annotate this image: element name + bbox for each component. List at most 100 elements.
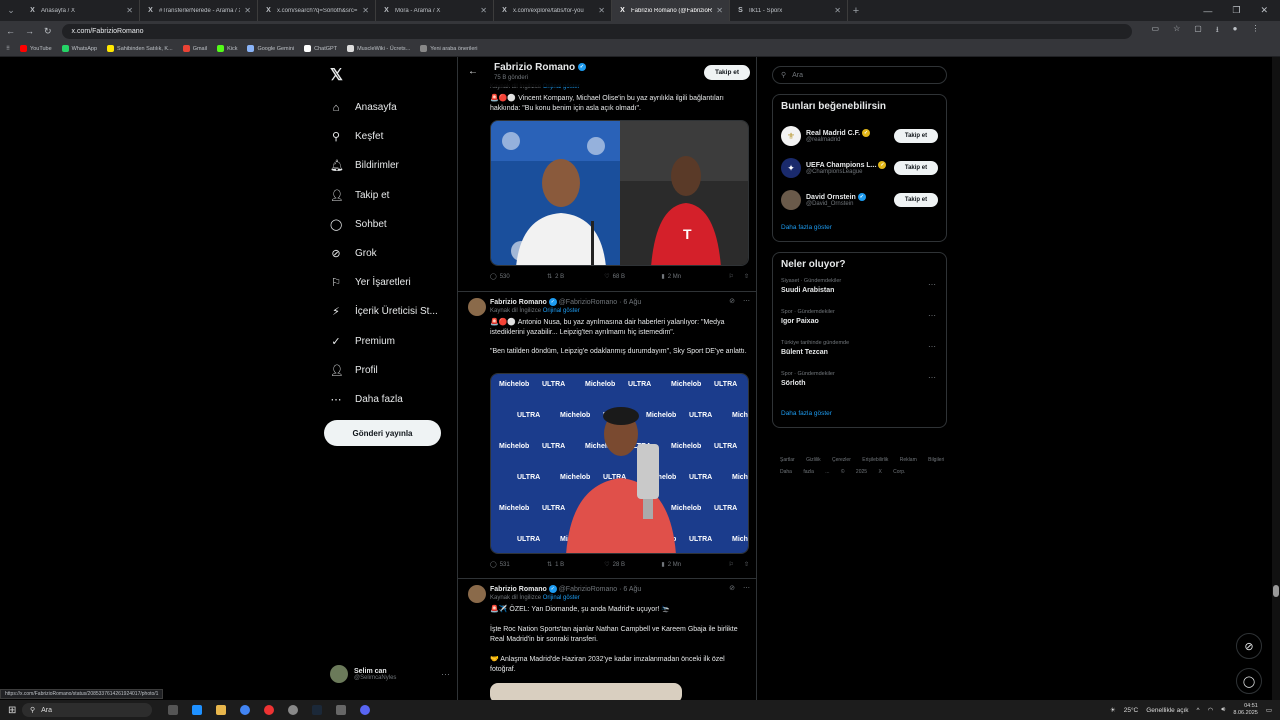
tab-close-icon[interactable]: ✕ — [126, 6, 133, 15]
show-original-link[interactable]: Orijinal göster — [543, 308, 580, 314]
close-window-icon[interactable]: ✕ — [1260, 5, 1268, 16]
more-icon[interactable]: ⋯ — [928, 280, 936, 289]
show-more-link[interactable]: Daha fazla göster — [781, 410, 938, 417]
avatar[interactable] — [468, 298, 486, 316]
back-arrow-icon[interactable]: ← — [468, 66, 478, 77]
chrome-icon[interactable] — [240, 705, 250, 715]
trend-item[interactable]: Spor · Gündemdekiler Sörloth ⋯ — [781, 371, 938, 402]
like-button[interactable]: ♡ 68 B — [604, 273, 661, 281]
nav-item[interactable]: ✓ Premium — [330, 327, 438, 356]
nav-item[interactable]: ⚡︎ İçerik Üreticisi St... — [330, 297, 438, 326]
reload-icon[interactable]: ↻ — [44, 26, 52, 37]
nav-item[interactable]: ⌂ Anasayfa — [330, 93, 438, 122]
scroll-thumb[interactable] — [1273, 585, 1279, 597]
trend-item[interactable]: Siyaset · Gündemdekiler Suudi Arabistan ⋯ — [781, 278, 938, 309]
footer-link[interactable]: Şartlar — [780, 457, 795, 463]
wifi-icon[interactable]: ◠ — [1208, 706, 1214, 714]
windows-start-icon[interactable]: ⊞ — [8, 705, 16, 716]
browser-tab[interactable]: Xx.com/explore/tabs/for-you ✕ — [494, 0, 612, 21]
discord-icon[interactable] — [360, 705, 370, 715]
download-icon[interactable]: ⭳ — [1216, 24, 1219, 38]
suggested-account[interactable]: ✦ UEFA Champions L... ✓ @ChampionsLeague… — [781, 152, 938, 184]
grok-icon[interactable]: ⊘ — [729, 584, 735, 592]
browser-tab[interactable]: X Anasayfa / X ✕ — [22, 0, 140, 21]
footer-link[interactable]: Daha fazla ... — [780, 469, 829, 475]
bookmark-item[interactable]: MuscleWiki - Ücrets... — [347, 45, 410, 52]
suggested-account[interactable]: David Ornstein ✓ @David_Ornstein Takip e… — [781, 184, 938, 216]
tweet[interactable]: Fabrizio Romano ✓ @FabrizioRomano · 6 Ağ… — [458, 579, 756, 700]
show-original-link[interactable]: Orijinal göster — [543, 595, 580, 601]
footer-link[interactable]: Gizlilik — [806, 457, 820, 463]
tab-close-icon[interactable]: ✕ — [244, 6, 251, 15]
steam-icon[interactable] — [312, 705, 322, 715]
tray-chevron-icon[interactable]: ^ — [1197, 707, 1200, 714]
file-explorer-icon[interactable] — [216, 705, 226, 715]
bookmark-icon[interactable]: ⚐ — [729, 273, 734, 280]
nav-item[interactable]: 🔔︎ Bildirimler — [330, 151, 438, 180]
more-icon[interactable]: ⋯ — [928, 311, 936, 320]
bookmark-item[interactable]: Gmail — [182, 45, 207, 52]
browser-tab[interactable]: X Fabrizio Romano (@FabrizioR… ✕ — [612, 0, 730, 21]
url-field[interactable]: x.com/FabrizioRomano — [61, 23, 1132, 39]
search-input[interactable]: ⚲ Ara — [772, 66, 947, 84]
new-tab-button[interactable]: + — [848, 5, 864, 17]
bookmark-item[interactable]: ChatGPT — [304, 45, 337, 52]
nav-item[interactable]: 👤︎ Takip et — [330, 181, 438, 210]
more-icon[interactable]: ⋯ — [928, 373, 936, 382]
tab-close-icon[interactable]: ✕ — [362, 6, 369, 15]
footer-link[interactable]: Çerezler — [832, 457, 851, 463]
browser-menu-icon[interactable]: ⋮ — [1252, 24, 1260, 38]
bookmark-item[interactable]: WhatsApp — [61, 45, 97, 52]
cast-icon[interactable]: ▭ — [1152, 24, 1160, 38]
more-icon[interactable]: ⋯ — [743, 297, 750, 305]
follow-button[interactable]: Takip et — [894, 161, 938, 175]
reply-button[interactable]: ◯ 531 — [490, 561, 547, 569]
nav-item[interactable]: ⚲ Keşfet — [330, 122, 438, 151]
reply-button[interactable]: ◯ 530 — [490, 273, 547, 281]
maximize-icon[interactable]: ❐ — [1232, 5, 1240, 16]
apps-icon[interactable]: ⠿ — [6, 46, 10, 52]
weather-icon[interactable]: ☀ — [1110, 706, 1116, 714]
browser-tab[interactable]: X Mora - Arama / X ✕ — [376, 0, 494, 21]
tab-close-icon[interactable]: ✕ — [598, 6, 605, 15]
tweet[interactable]: Fabrizio Romano ✓ @FabrizioRomano · 6 Ağ… — [458, 292, 756, 579]
follow-button[interactable]: Takip et — [894, 129, 938, 143]
star-icon[interactable]: ☆ — [1173, 24, 1180, 38]
follow-button[interactable]: Takip et — [704, 65, 750, 80]
tab-close-icon[interactable]: ✕ — [834, 6, 841, 15]
x-logo-icon[interactable]: 𝕏 — [330, 65, 343, 85]
nav-item[interactable]: ⋯ Daha fazla — [330, 385, 438, 414]
more-icon[interactable]: ⋯ — [928, 342, 936, 351]
share-icon[interactable]: ⇧ — [744, 273, 749, 280]
calculator-icon[interactable] — [336, 705, 346, 715]
footer-link[interactable]: Reklam Bilgileri — [900, 457, 944, 463]
app-icon[interactable] — [288, 705, 298, 715]
task-view-icon[interactable] — [168, 705, 178, 715]
views-button[interactable]: ▮ 2 Mn — [661, 561, 718, 569]
footer-link[interactable]: © 2025 X Corp. — [841, 469, 906, 475]
more-icon[interactable]: ⋯ — [441, 669, 450, 680]
tweet-image[interactable]: Michelob ULTRA Michelob ULTRA Michelob ULTRA U… — [490, 373, 749, 554]
recorder-icon[interactable] — [264, 705, 274, 715]
like-button[interactable]: ♡ 28 B — [604, 561, 661, 569]
bookmark-item[interactable]: YouTube — [20, 45, 52, 52]
nav-item[interactable]: ⊘ Grok — [330, 239, 438, 268]
nav-item[interactable]: 👤︎ Profil — [330, 356, 438, 385]
trend-item[interactable]: Türkiye tarihinde gündemde Bülent Tezcan ⋯ — [781, 340, 938, 371]
volume-icon[interactable]: 🔊︎ — [1221, 706, 1225, 714]
repost-button[interactable]: ⇅ 1 B — [547, 561, 604, 569]
avatar[interactable] — [468, 585, 486, 603]
clock[interactable]: 04:51 8.06.2025 — [1233, 703, 1257, 717]
follow-button[interactable]: Takip et — [894, 193, 938, 207]
tweet[interactable]: Kaynak dil İngilizce Orijinal göster 🚨🔴⚪… — [458, 57, 756, 292]
footer-link[interactable]: Erişilebilirlik — [862, 457, 888, 463]
account-switcher[interactable]: Selim can @SelimcaNyles ⋯ — [330, 665, 450, 683]
extensions-icon[interactable]: ▢ — [1194, 24, 1202, 38]
browser-tab[interactable]: Xx.com/search?q=Sörloth&src=… ✕ — [258, 0, 376, 21]
tweet-image[interactable]: T — [490, 120, 749, 266]
back-icon[interactable]: ← — [6, 26, 15, 36]
notification-icon[interactable]: ▭ — [1266, 706, 1272, 714]
post-button[interactable]: Gönderi yayınla — [324, 420, 441, 446]
tab-close-icon[interactable]: ✕ — [716, 6, 723, 15]
taskbar-search[interactable]: ⚲ Ara — [22, 703, 152, 717]
